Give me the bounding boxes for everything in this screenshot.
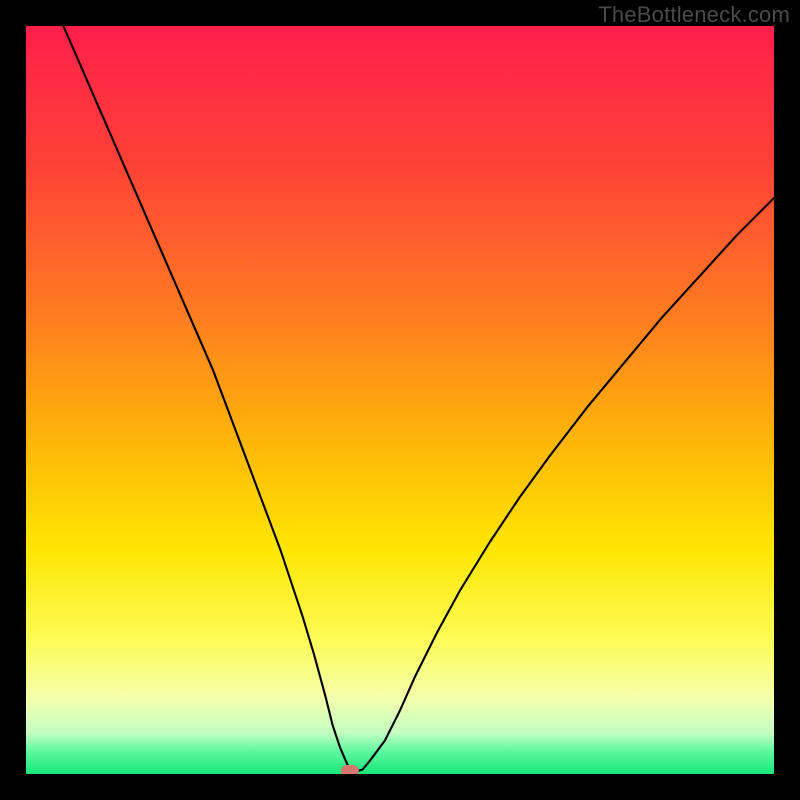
minimum-marker <box>341 765 359 774</box>
chart-svg <box>26 26 774 774</box>
gradient-background <box>26 26 774 774</box>
watermark-text: TheBottleneck.com <box>598 2 790 28</box>
chart-frame: TheBottleneck.com <box>0 0 800 800</box>
plot-area <box>26 26 774 774</box>
